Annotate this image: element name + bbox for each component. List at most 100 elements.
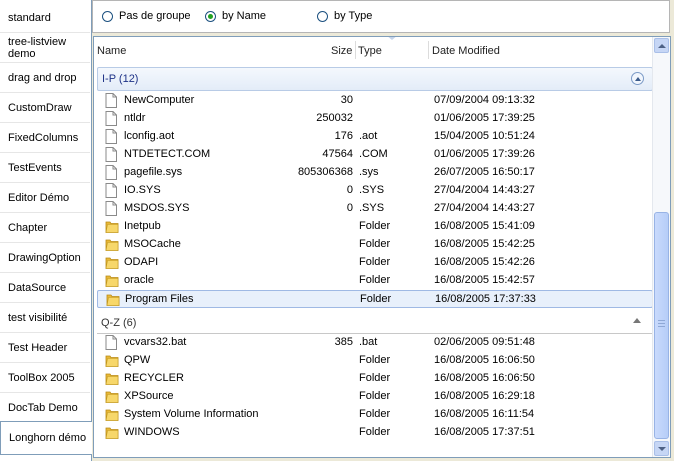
folder-icon <box>105 219 119 234</box>
scroll-down-button[interactable] <box>654 441 669 456</box>
list-item[interactable]: WINDOWS Folder 16/08/2005 17:37:51 <box>97 424 653 442</box>
radio-by-type[interactable]: by Type <box>317 10 372 22</box>
tab-longhorn-demo[interactable]: Longhorn démo <box>0 421 92 455</box>
tab-chapter[interactable]: Chapter <box>0 213 90 243</box>
tab-fixedcolumns[interactable]: FixedColumns <box>0 123 90 153</box>
item-name: ntldr <box>124 112 146 124</box>
chevron-up-icon[interactable] <box>633 318 641 323</box>
tab-label: standard <box>8 11 51 24</box>
tab-label: DataSource <box>8 281 67 294</box>
item-type: .bat <box>359 336 378 348</box>
column-name[interactable]: Name <box>97 45 126 57</box>
list-item[interactable]: ntldr 250032 01/06/2005 17:39:25 <box>97 110 653 128</box>
radio-label: Pas de groupe <box>119 10 191 22</box>
item-name: XPSource <box>124 390 174 402</box>
item-name: Inetpub <box>124 220 161 232</box>
item-date-modified: 16/08/2005 16:29:18 <box>434 390 535 402</box>
document-icon <box>105 147 117 162</box>
list-item[interactable]: NewComputer 30 07/09/2004 09:13:32 <box>97 92 653 110</box>
list-item[interactable]: oracle Folder 16/08/2005 15:42:57 <box>97 272 653 290</box>
group-header-q-z[interactable]: Q-Z (6) <box>97 314 653 334</box>
column-type[interactable]: Type <box>358 45 382 57</box>
sort-indicator-icon <box>386 37 398 40</box>
item-name: Program Files <box>125 293 194 305</box>
tab-standard[interactable]: standard <box>0 3 90 33</box>
item-size: 805306368 <box>297 166 353 178</box>
column-size[interactable]: Size <box>331 45 352 57</box>
column-divider[interactable] <box>355 41 356 59</box>
item-date-modified: 16/08/2005 15:42:26 <box>434 256 535 268</box>
scroll-up-button[interactable] <box>654 38 669 53</box>
list-item[interactable]: IO.SYS 0 .SYS 27/04/2004 14:43:27 <box>97 182 653 200</box>
item-type: Folder <box>359 274 391 286</box>
tab-test-header[interactable]: Test Header <box>0 333 90 363</box>
radio-by-name[interactable]: by Name <box>205 10 266 22</box>
list-item[interactable]: System Volume Information Folder 16/08/200… <box>97 406 653 424</box>
list-item[interactable]: Inetpub Folder 16/08/2005 15:41:09 <box>97 218 653 236</box>
list-item[interactable]: Program Files Folder 16/08/2005 17:37:33 <box>97 290 653 308</box>
tab-customdraw[interactable]: CustomDraw <box>0 93 90 123</box>
tab-testevents[interactable]: TestEvents <box>0 153 90 183</box>
tab-tree-listview[interactable]: tree-listview demo <box>0 33 90 63</box>
tab-drawingoption[interactable]: DrawingOption <box>0 243 90 273</box>
item-date-modified: 27/04/2004 14:43:27 <box>434 184 535 196</box>
collapse-group-button[interactable] <box>631 72 644 85</box>
vertical-scrollbar[interactable] <box>652 37 670 457</box>
item-date-modified: 15/04/2005 10:51:24 <box>434 130 535 142</box>
file-list-view[interactable]: Name Size Type Date Modified I-P (12) Ne… <box>93 36 671 458</box>
item-date-modified: 16/08/2005 16:06:50 <box>434 354 535 366</box>
item-date-modified: 27/04/2004 14:43:27 <box>434 202 535 214</box>
item-size: 0 <box>346 202 353 214</box>
item-size: 47564 <box>322 148 353 160</box>
item-date-modified: 16/08/2005 17:37:51 <box>434 426 535 438</box>
tab-toolbox-2005[interactable]: ToolBox 2005 <box>0 363 90 393</box>
column-divider[interactable] <box>428 41 429 59</box>
folder-icon <box>105 425 119 440</box>
grip-line <box>658 326 665 327</box>
item-size: 385 <box>334 336 353 348</box>
folder-icon <box>106 292 120 307</box>
column-header: Name Size Type Date Modified <box>94 37 654 64</box>
radio-circle-selected <box>205 10 216 22</box>
item-type: Folder <box>359 220 391 232</box>
grouping-bar: Pas de groupe by Name by Type <box>92 0 670 33</box>
list-item[interactable]: RECYCLER Folder 16/08/2005 16:06:50 <box>97 370 653 388</box>
item-name: ODAPI <box>124 256 159 268</box>
tab-label: ToolBox 2005 <box>8 371 75 384</box>
list-item[interactable]: XPSource Folder 16/08/2005 16:29:18 <box>97 388 653 406</box>
tab-drag-and-drop[interactable]: drag and drop <box>0 63 90 93</box>
item-date-modified: 01/06/2005 17:39:25 <box>434 112 535 124</box>
tab-strip: standard tree-listview demo drag and dro… <box>0 0 92 461</box>
item-type: .SYS <box>359 184 385 196</box>
tab-label: CustomDraw <box>8 101 72 114</box>
item-name: System Volume Information <box>124 408 259 420</box>
radio-no-group[interactable]: Pas de groupe <box>102 10 191 22</box>
list-item[interactable]: QPW Folder 16/08/2005 16:06:50 <box>97 352 653 370</box>
list-item[interactable]: lconfig.aot 176 .aot 15/04/2005 10:51:24 <box>97 128 653 146</box>
tab-editor-demo[interactable]: Editor Démo <box>0 183 90 213</box>
document-icon <box>105 335 117 350</box>
tab-label: Chapter <box>8 221 48 234</box>
list-item[interactable]: ODAPI Folder 16/08/2005 15:42:26 <box>97 254 653 272</box>
arrow-up-icon <box>657 43 666 48</box>
item-name: WINDOWS <box>124 426 180 438</box>
list-item[interactable]: pagefile.sys 805306368 .sys 26/07/2005 16:5… <box>97 164 653 182</box>
item-name: vcvars32.bat <box>124 336 187 348</box>
scroll-thumb[interactable] <box>654 212 669 439</box>
tab-test-visibilite[interactable]: test visibilité <box>0 303 90 333</box>
folder-icon <box>105 389 119 404</box>
item-date-modified: 07/09/2004 09:13:32 <box>434 94 535 106</box>
item-size: 0 <box>346 184 353 196</box>
list-item[interactable]: NTDETECT.COM 47564 .COM 01/06/2005 17:39:26 <box>97 146 653 164</box>
group-header-i-p[interactable]: I-P (12) <box>97 67 653 91</box>
document-icon <box>105 183 117 198</box>
list-item[interactable]: MSOCache Folder 16/08/2005 15:42:25 <box>97 236 653 254</box>
tab-doctab-demo[interactable]: DocTab Demo <box>0 393 90 423</box>
tab-datasource[interactable]: DataSource <box>0 273 90 303</box>
list-item[interactable]: MSDOS.SYS 0 .SYS 27/04/2004 14:43:27 <box>97 200 653 218</box>
item-type: .sys <box>359 166 379 178</box>
item-name: QPW <box>124 354 151 366</box>
list-item[interactable]: vcvars32.bat 385 .bat 02/06/2005 09:51:48 <box>97 334 653 352</box>
item-type: Folder <box>359 354 391 366</box>
column-date-modified[interactable]: Date Modified <box>432 45 500 57</box>
